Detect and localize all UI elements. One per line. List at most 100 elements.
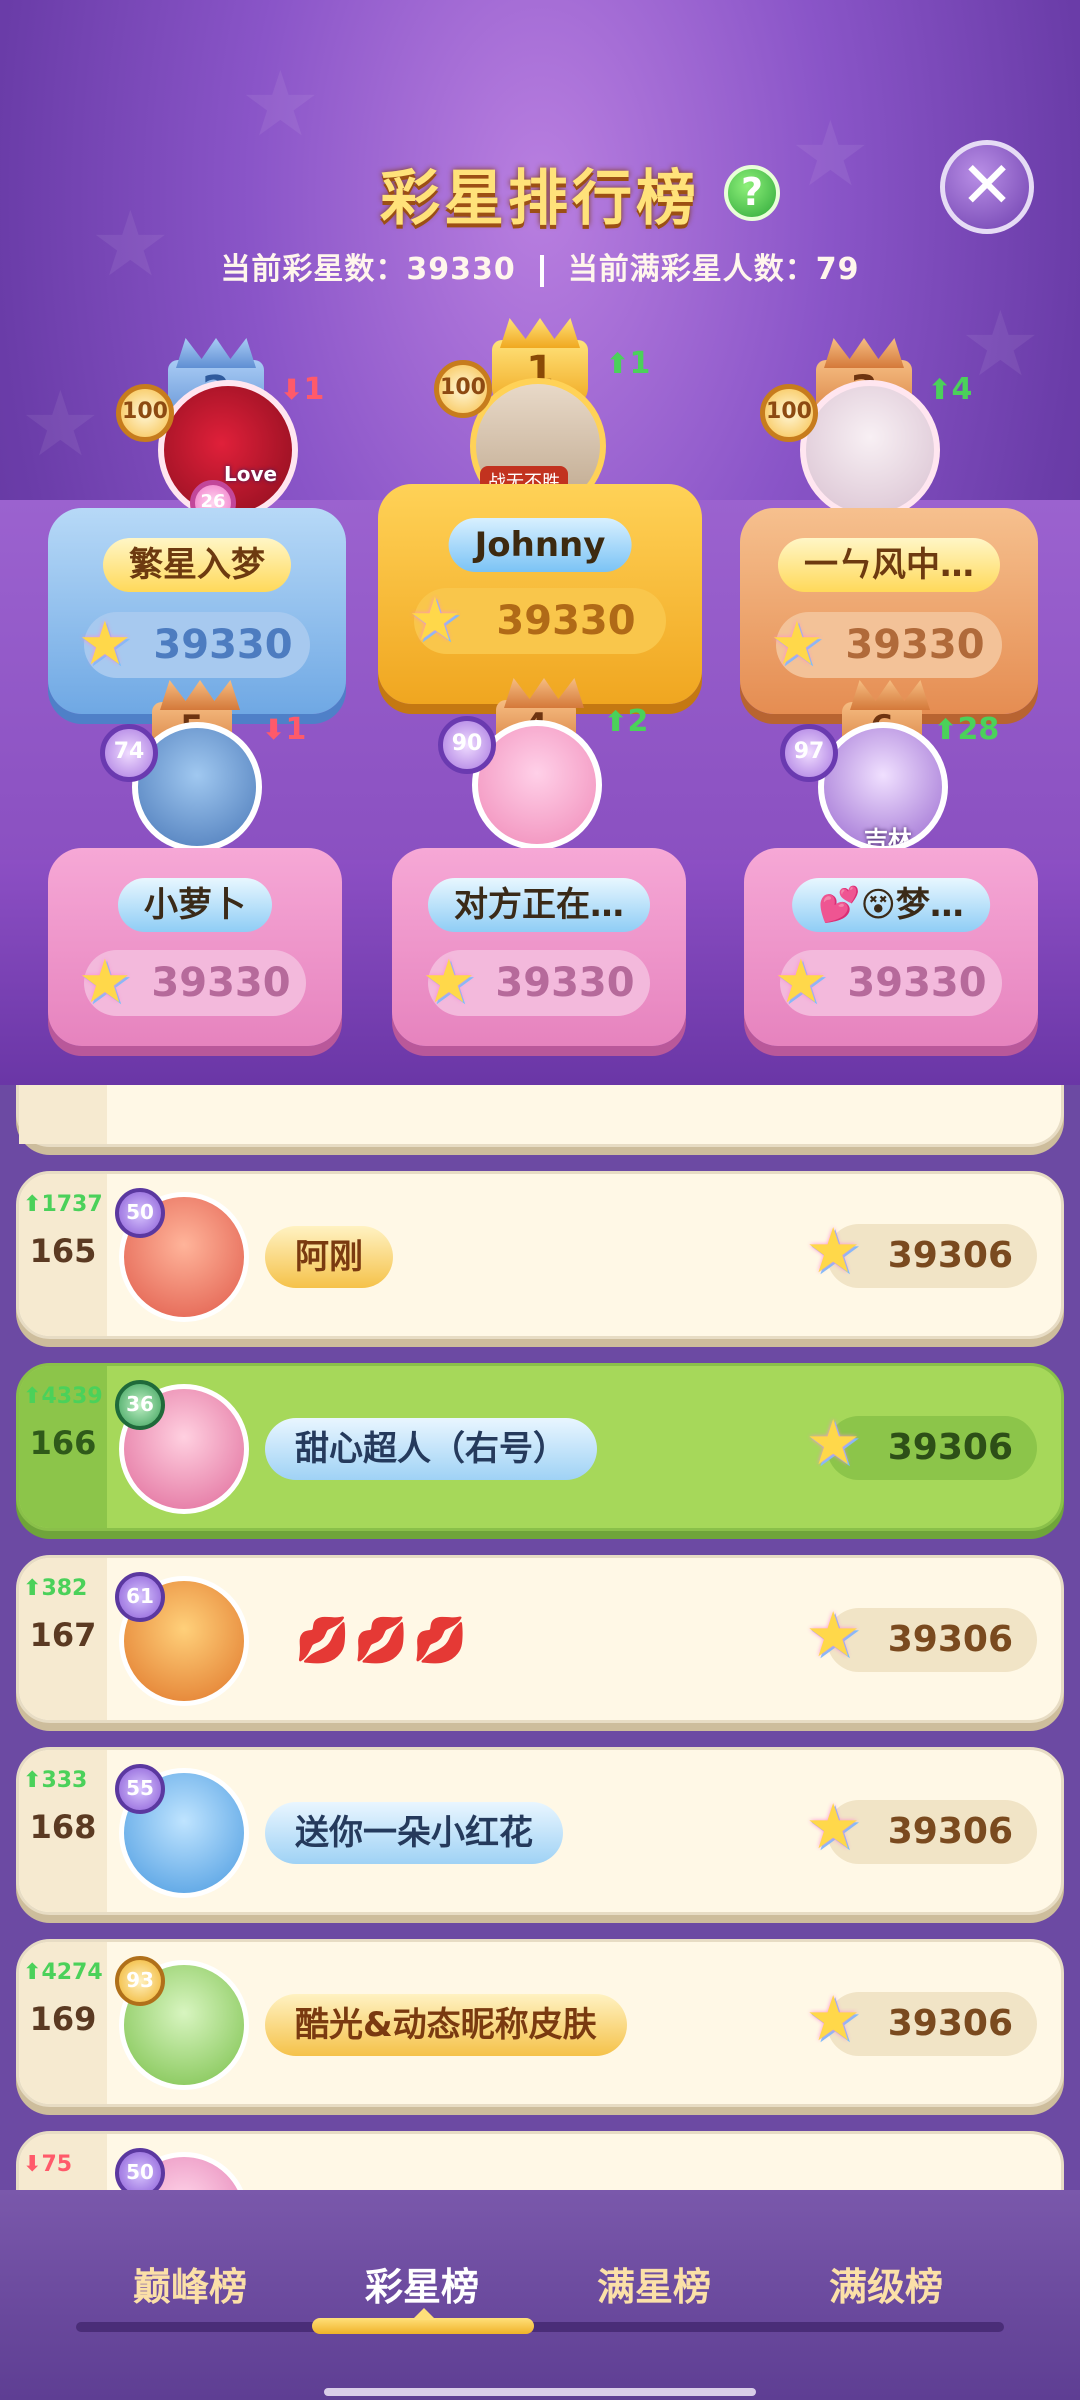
stats-bar: 当前彩星数：39330 当前满彩星人数：79 bbox=[0, 244, 1080, 288]
tab-active-indicator bbox=[312, 2308, 534, 2334]
rank-number: 166 bbox=[29, 1424, 97, 1462]
help-icon[interactable]: ? bbox=[724, 165, 780, 221]
arrow-up-icon: ⬆ bbox=[606, 347, 630, 380]
podium-card-rank-2[interactable]: 繁星入梦 ★ 39330 bbox=[48, 508, 346, 714]
rainbow-star-icon: ★ bbox=[805, 1214, 861, 1287]
tab-peak[interactable]: 巅峰榜 bbox=[90, 2256, 290, 2311]
level-badge: 100 bbox=[760, 384, 818, 442]
arrow-up-icon: ⬆ bbox=[934, 713, 958, 746]
list-item[interactable]: ⬆382 167 61 💋💋💋 39306 ★ bbox=[16, 1555, 1064, 1723]
close-button[interactable]: ✕ bbox=[940, 140, 1034, 234]
leaderboard-screen: ★ ★ ★ ★ ★ 彩星排行榜 ? ✕ 当前彩星数：39330 当前满彩星人数：7… bbox=[0, 0, 1080, 2400]
rank-number: 169 bbox=[29, 2000, 97, 2038]
podium-card-rank-5[interactable]: 小萝卜 ★ 39330 bbox=[48, 848, 342, 1046]
podium-section: ★ ★ ★ ★ ★ 彩星排行榜 ? ✕ 当前彩星数：39330 当前满彩星人数：7… bbox=[0, 0, 1080, 1085]
level-badge: 50 bbox=[115, 2148, 165, 2190]
rainbow-star-icon: ★ bbox=[408, 585, 462, 655]
player-name: 小萝卜 bbox=[118, 878, 272, 932]
podium-card-rank-1[interactable]: Johnny ★ 39330 bbox=[378, 484, 702, 704]
arrow-down-icon: ⬇ bbox=[262, 713, 286, 746]
player-name: Johnny bbox=[448, 518, 632, 572]
current-star-count: 当前彩星数：39330 bbox=[220, 252, 516, 287]
list-item[interactable]: ⬆1737 165 50 阿刚 39306 ★ bbox=[16, 1171, 1064, 1339]
tab-full-level[interactable]: 满级榜 bbox=[786, 2256, 986, 2311]
list-item[interactable]: ⬇75 50 bbox=[16, 2131, 1064, 2190]
arrow-up-icon: ⬆ bbox=[23, 1192, 42, 1217]
rainbow-star-icon: ★ bbox=[805, 1598, 861, 1671]
level-badge: 55 bbox=[115, 1764, 165, 1814]
podium-card-rank-6[interactable]: 💕😵梦… ★ 39330 bbox=[744, 848, 1038, 1046]
player-name: 💋💋💋 bbox=[295, 1615, 472, 1666]
rainbow-star-icon: ★ bbox=[78, 609, 132, 679]
tab-full-star[interactable]: 满星榜 bbox=[554, 2256, 754, 2311]
rank-number: 165 bbox=[29, 1232, 97, 1270]
level-badge: 100 bbox=[116, 384, 174, 442]
level-badge: 93 bbox=[115, 1956, 165, 2006]
arrow-up-icon: ⬆ bbox=[604, 705, 628, 738]
level-badge: 61 bbox=[115, 1572, 165, 1622]
avatar-tag: Love bbox=[224, 462, 278, 486]
stats-divider bbox=[539, 254, 544, 287]
level-badge: 50 bbox=[115, 1188, 165, 1238]
bottom-tab-bar: 巅峰榜 彩星榜 满星榜 满级榜 bbox=[0, 2190, 1080, 2400]
player-name: 一ㄣ风中… bbox=[778, 538, 1000, 592]
tab-color-star[interactable]: 彩星榜 bbox=[322, 2256, 522, 2311]
rank-change-up: ⬆382 bbox=[23, 1576, 88, 1601]
rank-change-down: ⬇75 bbox=[23, 2152, 73, 2177]
level-badge: 36 bbox=[115, 1380, 165, 1430]
rank-change-up: ⬆333 bbox=[23, 1768, 88, 1793]
arrow-down-icon: ⬇ bbox=[23, 2152, 42, 2177]
list-item[interactable]: ⬆4274 169 93 酷光&动态昵称皮肤 39306 ★ bbox=[16, 1939, 1064, 2107]
rank-change-up: ⬆1737 bbox=[23, 1192, 103, 1217]
score-pill: ★ 39330 bbox=[422, 950, 650, 1016]
player-name: 甜心超人（右号） bbox=[265, 1418, 597, 1480]
score-pill: ★ 39330 bbox=[770, 612, 1002, 678]
score-pill: ★ 39330 bbox=[78, 950, 306, 1016]
background-star-icon: ★ bbox=[240, 52, 321, 157]
player-name: 💕😵梦… bbox=[792, 878, 990, 932]
arrow-up-icon: ⬆ bbox=[23, 1960, 42, 1985]
rainbow-star-icon: ★ bbox=[805, 1406, 861, 1479]
background-star-icon: ★ bbox=[20, 372, 101, 477]
arrow-down-icon: ⬇ bbox=[280, 373, 304, 406]
player-name: 酷光&动态昵称皮肤 bbox=[265, 1994, 627, 2056]
score-pill: ★ 39330 bbox=[78, 612, 310, 678]
arrow-up-icon: ⬆ bbox=[928, 373, 952, 406]
rank-change-up: ⬆1 bbox=[606, 346, 651, 381]
tab-track bbox=[76, 2322, 1004, 2332]
rank-number: 167 bbox=[29, 1616, 97, 1654]
arrow-up-icon: ⬆ bbox=[23, 1384, 42, 1409]
rank-change-down: ⬇1 bbox=[280, 372, 325, 407]
list-item[interactable]: ⬆333 168 55 送你一朵小红花 39306 ★ bbox=[16, 1747, 1064, 1915]
level-badge: 100 bbox=[434, 360, 492, 418]
rainbow-star-icon: ★ bbox=[78, 947, 132, 1017]
score-pill: ★ 39330 bbox=[774, 950, 1002, 1016]
player-name: 对方正在… bbox=[428, 878, 650, 932]
player-name: 送你一朵小红花 bbox=[265, 1802, 563, 1864]
home-indicator[interactable] bbox=[324, 2388, 756, 2396]
rank-change-down: ⬇1 bbox=[262, 712, 307, 747]
rainbow-star-icon: ★ bbox=[805, 1982, 861, 2055]
full-star-player-count: 当前满彩星人数：79 bbox=[567, 252, 860, 287]
rank-change-up: ⬆4 bbox=[928, 372, 973, 407]
arrow-up-icon: ⬆ bbox=[23, 1576, 42, 1601]
ranking-list[interactable]: ⬆1737 165 50 阿刚 39306 ★ ⬆4339 166 36 甜心超… bbox=[0, 1085, 1080, 2190]
rank-change-up: ⬆28 bbox=[934, 712, 1000, 747]
avatar[interactable]: 吉林 bbox=[818, 722, 948, 852]
podium-card-rank-4[interactable]: 对方正在… ★ 39330 bbox=[392, 848, 686, 1046]
list-item-self[interactable]: ⬆4339 166 36 甜心超人（右号） 39306 ★ bbox=[16, 1363, 1064, 1531]
rainbow-star-icon: ★ bbox=[774, 947, 828, 1017]
page-title: 彩星排行榜 bbox=[380, 164, 700, 234]
rainbow-star-icon: ★ bbox=[805, 1790, 861, 1863]
arrow-up-icon: ⬆ bbox=[23, 1768, 42, 1793]
score-pill: ★ 39330 bbox=[408, 588, 666, 654]
rank-change-up: ⬆4274 bbox=[23, 1960, 103, 1985]
list-item-partial[interactable] bbox=[16, 1085, 1064, 1147]
rank-change-up: ⬆2 bbox=[604, 704, 649, 739]
rainbow-star-icon: ★ bbox=[770, 609, 824, 679]
player-name: 阿刚 bbox=[265, 1226, 393, 1288]
level-badge: 90 bbox=[438, 716, 496, 774]
rank-number: 168 bbox=[29, 1808, 97, 1846]
player-name: 繁星入梦 bbox=[103, 538, 291, 592]
avatar[interactable] bbox=[800, 380, 940, 520]
